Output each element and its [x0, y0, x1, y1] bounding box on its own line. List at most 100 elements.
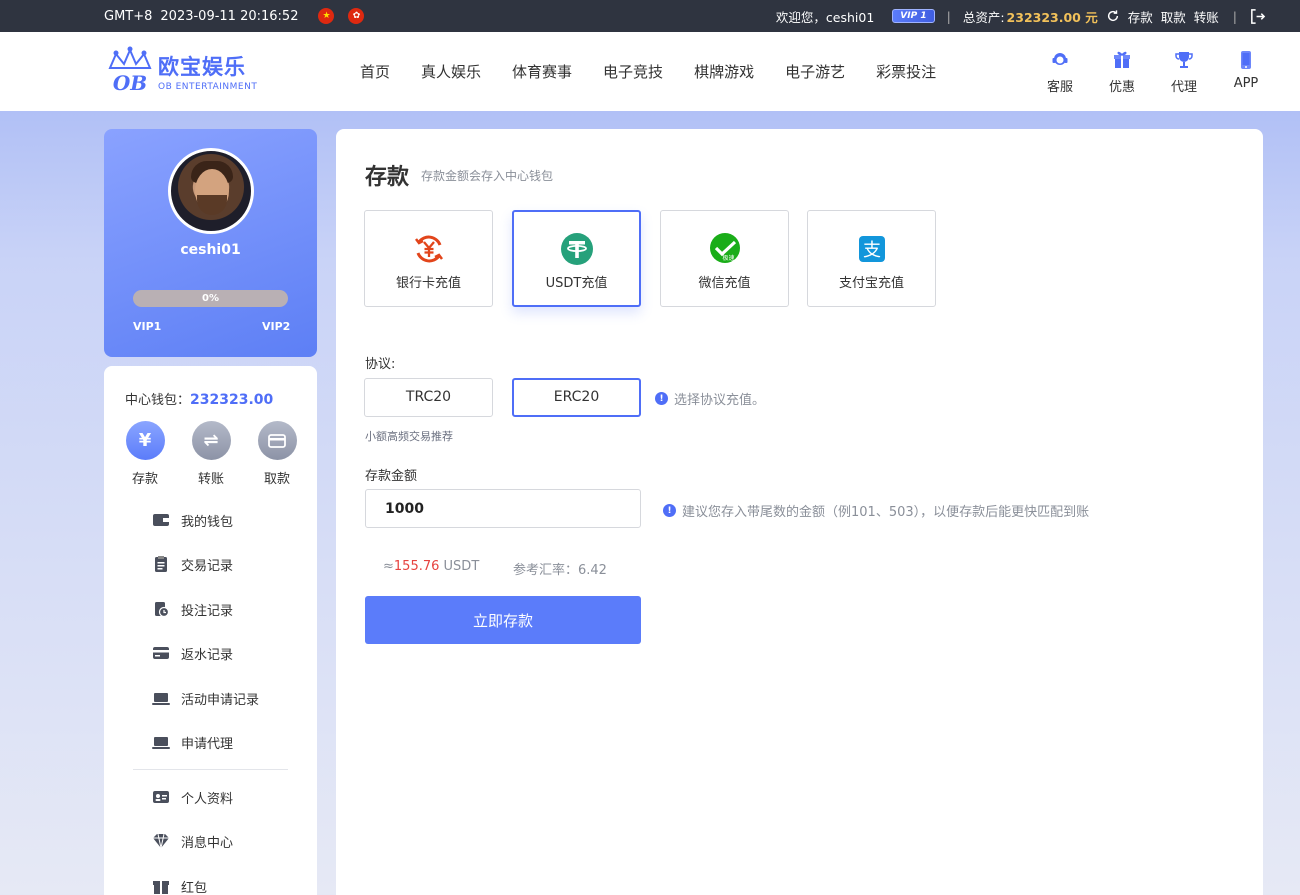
hongkong-flag-icon[interactable]: ✿ [348, 8, 365, 24]
logout-icon[interactable] [1249, 8, 1266, 25]
sidebar-item-transactions[interactable]: 交易记录 [152, 554, 233, 574]
yen-icon: ¥ [125, 421, 165, 460]
method-wechat[interactable]: 极速 微信充值 [660, 210, 789, 307]
agent-button[interactable]: 代理 [1170, 50, 1198, 95]
info-icon: ! [655, 392, 668, 405]
laptop-icon [152, 693, 170, 705]
gift-icon [153, 881, 169, 894]
sidebar-item-activity-applications[interactable]: 活动申请记录 [152, 688, 259, 708]
vip-badge: VIP 1 [892, 9, 935, 23]
protocol-hint: ! 选择协议充值。 [655, 389, 765, 408]
topbar-deposit-link[interactable]: 存款 [1128, 7, 1153, 26]
sidebar-withdraw-button[interactable]: 取款 [257, 421, 297, 487]
separator: | [946, 8, 951, 24]
menu-divider [133, 769, 288, 770]
amount-input[interactable] [365, 489, 641, 528]
diamond-icon [153, 833, 169, 849]
nav-sports[interactable]: 体育赛事 [512, 61, 572, 82]
method-label: 微信充值 [698, 276, 751, 291]
vip-progress-bar: 0% [133, 290, 288, 307]
sidebar-item-label: 个人资料 [181, 791, 234, 807]
wallet-actions: ¥ 存款 ⇌ 转账 取款 [125, 421, 297, 487]
nav-card-games[interactable]: 棋牌游戏 [694, 61, 754, 82]
sidebar-item-bets[interactable]: 投注记录 [152, 599, 233, 619]
logo-name: 欧宝娱乐 [158, 54, 246, 79]
app-label: APP [1233, 76, 1259, 91]
sidebar-item-profile[interactable]: 个人资料 [152, 787, 233, 807]
transfer-icon: ⇌ [191, 421, 231, 460]
protocol-hint-text: 选择协议充值。 [674, 393, 766, 408]
promotions-button[interactable]: 优惠 [1108, 50, 1136, 95]
card-icon [257, 421, 297, 460]
clipboard-icon [155, 556, 167, 572]
method-label: 银行卡充值 [395, 276, 461, 291]
sidebar-item-label: 返水记录 [181, 647, 234, 663]
amount-label: 存款金额 [365, 469, 418, 484]
svg-text:支: 支 [863, 240, 881, 261]
sidebar-deposit-button[interactable]: ¥ 存款 [125, 421, 165, 487]
usdt-conversion: ≈155.76 USDT [383, 559, 479, 574]
nav-lottery[interactable]: 彩票投注 [876, 61, 936, 82]
top-bar: GMT+8 2023-09-11 20:16:52 ★ ✿ 欢迎您，ceshi0… [0, 0, 1300, 32]
avatar[interactable] [168, 148, 254, 234]
vip-current-level: VIP1 [133, 320, 162, 333]
nav-slots[interactable]: 电子游艺 [785, 61, 845, 82]
submit-deposit-button[interactable]: 立即存款 [365, 596, 641, 644]
sidebar-item-messages[interactable]: 消息中心 [152, 831, 233, 851]
app-button[interactable]: APP [1232, 50, 1260, 95]
page-title: 存款 [365, 165, 410, 190]
center-wallet: 中心钱包：232323.00 [125, 389, 273, 408]
china-flag-icon[interactable]: ★ [318, 8, 335, 24]
method-bank-card[interactable]: 银行卡充值 [364, 210, 493, 307]
refresh-icon[interactable] [1106, 9, 1120, 23]
id-card-icon [153, 791, 169, 803]
amount-hint-text: 建议您存入带尾数的金额（例101、503），以便存款后能更快匹配到账 [682, 505, 1090, 520]
assets-value: 232323.00 元 [1006, 9, 1098, 25]
profile-card: ceshi01 0% VIP1 VIP2 [104, 129, 317, 357]
welcome-text: 欢迎您，ceshi01 [775, 9, 875, 25]
main-nav: 首页 真人娱乐 体育赛事 电子竞技 棋牌游戏 电子游艺 彩票投注 [360, 32, 936, 111]
profile-username: ceshi01 [180, 242, 241, 258]
bank-card-yen-icon [414, 235, 443, 263]
site-logo[interactable]: OB 欧宝娱乐 OB ENTERTAINMENT [104, 46, 257, 96]
svg-text:极速: 极速 [722, 254, 734, 262]
usdt-amount: 155.76 [393, 559, 440, 574]
page-subtitle: 存款金额会存入中心钱包 [421, 169, 554, 183]
logo-subtitle: OB ENTERTAINMENT [158, 81, 258, 92]
nav-home[interactable]: 首页 [360, 61, 390, 82]
top-bar-left: GMT+8 2023-09-11 20:16:52 ★ ✿ [104, 0, 365, 32]
trophy-icon [1175, 52, 1193, 68]
method-label: USDT充值 [545, 276, 608, 291]
sidebar-transfer-label: 转账 [197, 472, 224, 487]
sidebar-item-red-packet[interactable]: 红包 [152, 876, 207, 895]
nav-esports[interactable]: 电子竞技 [603, 61, 663, 82]
customer-service-button[interactable]: 客服 [1046, 50, 1074, 95]
vip-next-level: VIP2 [262, 320, 291, 333]
topbar-transfer-link[interactable]: 转账 [1194, 7, 1219, 26]
sidebar-item-label: 交易记录 [181, 558, 234, 574]
top-bar-right: 欢迎您，ceshi01 VIP 1 | 总资产: 232323.00 元 存款 … [776, 0, 1266, 32]
wallet-icon [153, 514, 169, 526]
gift-icon [1114, 51, 1130, 68]
sidebar-item-rebates[interactable]: 返水记录 [152, 643, 233, 663]
sidebar-item-label: 消息中心 [181, 835, 234, 851]
sidebar-item-my-wallet[interactable]: 我的钱包 [152, 510, 233, 530]
topbar-withdraw-link[interactable]: 取款 [1161, 7, 1186, 26]
sidebar-transfer-button[interactable]: ⇌ 转账 [191, 421, 231, 487]
method-usdt[interactable]: USDT充值 [512, 210, 641, 307]
wechat-pay-icon: 极速 [709, 233, 740, 263]
crown-logo-icon: OB [104, 46, 156, 96]
method-alipay[interactable]: 支 支付宝充值 [807, 210, 936, 307]
laptop-icon [152, 737, 170, 749]
method-label: 支付宝充值 [838, 276, 904, 291]
sidebar-menu: 中心钱包：232323.00 ¥ 存款 ⇌ 转账 取款 我的钱包 交易记录 投注… [104, 366, 317, 895]
sidebar-withdraw-label: 取款 [263, 472, 290, 487]
sidebar-item-label: 我的钱包 [181, 514, 234, 530]
sidebar-item-apply-agent[interactable]: 申请代理 [152, 732, 233, 752]
timezone: GMT+8 [104, 8, 153, 24]
protocol-erc20-button[interactable]: ERC20 [512, 378, 641, 417]
nav-live-casino[interactable]: 真人娱乐 [421, 61, 481, 82]
main-header: OB 欧宝娱乐 OB ENTERTAINMENT 首页 真人娱乐 体育赛事 电子… [0, 32, 1300, 111]
alipay-icon: 支 [858, 236, 885, 262]
protocol-trc20-button[interactable]: TRC20 [364, 378, 493, 417]
